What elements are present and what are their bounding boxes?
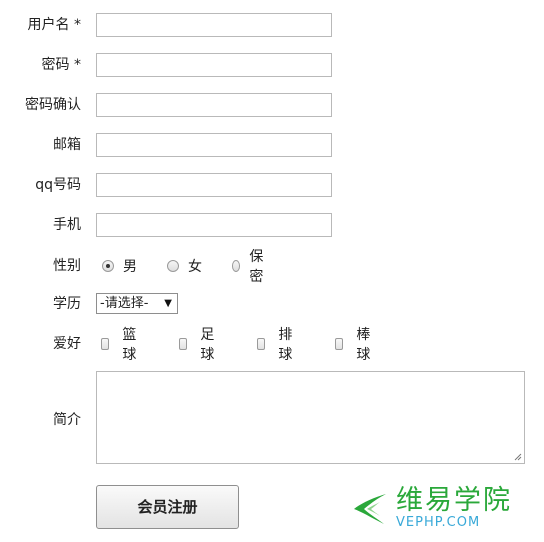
- register-button[interactable]: 会员注册: [96, 485, 239, 529]
- hobby-option-label: 排球: [278, 327, 293, 363]
- password-label: 密码 *: [41, 57, 81, 73]
- gender-label: 性别: [53, 258, 81, 274]
- intro-label: 简介: [53, 412, 81, 428]
- confirm-password-input[interactable]: [96, 93, 332, 117]
- gender-option-female[interactable]: 女: [167, 255, 202, 277]
- password-input[interactable]: [96, 53, 332, 77]
- checkbox-icon[interactable]: [257, 338, 266, 350]
- email-label: 邮箱: [53, 137, 81, 153]
- hobby-option-baseball[interactable]: 棒球: [335, 327, 374, 363]
- checkbox-icon[interactable]: [335, 338, 344, 350]
- radio-checked-icon[interactable]: [102, 260, 114, 272]
- watermark: 维易学院 VEPHP.COM: [350, 486, 530, 532]
- hobby-option-basketball[interactable]: 篮球: [101, 327, 140, 363]
- watermark-url: VEPHP.COM: [396, 515, 481, 530]
- checkbox-icon[interactable]: [179, 338, 188, 350]
- gender-option-label: 女: [188, 259, 202, 275]
- checkbox-icon[interactable]: [101, 338, 110, 350]
- gender-option-secret[interactable]: 保密: [232, 249, 267, 285]
- hobbies-label: 爱好: [53, 336, 81, 352]
- username-input[interactable]: [96, 13, 332, 37]
- gender-option-male[interactable]: 男: [102, 255, 137, 277]
- qq-label: qq号码: [35, 177, 81, 193]
- username-label: 用户名 *: [27, 17, 81, 33]
- radio-icon[interactable]: [167, 260, 179, 272]
- intro-textarea[interactable]: [96, 371, 525, 464]
- education-label: 学历: [53, 296, 81, 312]
- education-select[interactable]: -请选择- ▼: [96, 293, 178, 314]
- email-input[interactable]: [96, 133, 332, 157]
- phone-label: 手机: [53, 217, 81, 233]
- hobby-option-label: 篮球: [122, 327, 137, 363]
- hobby-option-football[interactable]: 足球: [179, 327, 218, 363]
- phone-input[interactable]: [96, 213, 332, 237]
- watermark-title: 维易学院: [396, 485, 512, 516]
- dropdown-arrow-icon[interactable]: ▼: [164, 294, 172, 313]
- hobby-option-label: 棒球: [356, 327, 371, 363]
- gender-option-label: 男: [123, 259, 137, 275]
- education-select-value: -请选择-: [100, 296, 149, 311]
- hobby-option-label: 足球: [200, 327, 215, 363]
- vephp-logo-icon: [354, 494, 386, 524]
- radio-icon[interactable]: [232, 260, 241, 272]
- hobby-option-volleyball[interactable]: 排球: [257, 327, 296, 363]
- confirm-password-label: 密码确认: [25, 97, 81, 113]
- resize-grip-icon[interactable]: [514, 453, 522, 461]
- qq-input[interactable]: [96, 173, 332, 197]
- gender-option-label: 保密: [249, 249, 264, 285]
